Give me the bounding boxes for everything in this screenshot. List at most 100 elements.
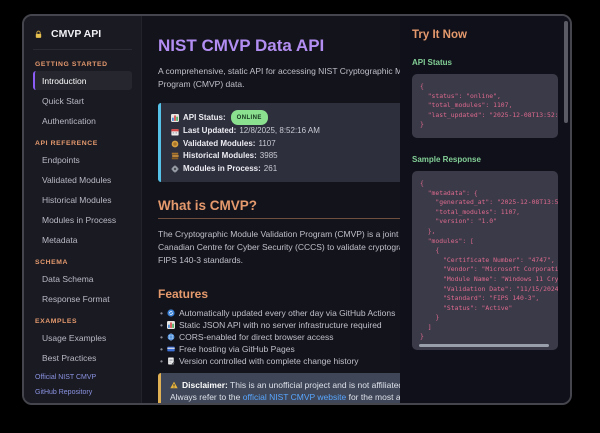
sidebar-item-introduction[interactable]: Introduction <box>33 71 132 90</box>
status-value: 3985 <box>260 150 278 162</box>
status-label: Modules in Process: <box>183 163 261 175</box>
sidebar: CMVP API GETTING STARTED IntroductionQuic… <box>24 16 142 403</box>
sidebar-link-official-nist-cmvp[interactable]: Official NIST CMVP <box>35 374 130 381</box>
sidebar-nav: GETTING STARTED IntroductionQuick StartAu… <box>33 51 132 368</box>
sample-response-code-wrap: { "metadata": { "generated_at": "2025-12… <box>412 171 558 350</box>
memo-icon <box>167 357 175 365</box>
sidebar-item-historical-modules[interactable]: Historical Modules <box>33 190 132 209</box>
feature-text: Static JSON API with no server infrastru… <box>179 320 382 330</box>
feature-text: CORS-enabled for direct browser access <box>179 332 333 342</box>
official-nist-cmvp-website-link[interactable]: official NIST CMVP website <box>243 392 346 402</box>
status-row-last-updated: Last Updated:12/8/2025, 8:52:16 AM <box>171 125 400 137</box>
sample-response-code-block[interactable]: { "metadata": { "generated_at": "2025-12… <box>412 171 558 350</box>
calendar-icon <box>171 128 179 136</box>
sidebar-item-best-practices[interactable]: Best Practices <box>33 348 132 367</box>
sidebar-item-endpoints[interactable]: Endpoints <box>33 150 132 169</box>
disclaimer-box: Disclaimer: This is an unofficial projec… <box>158 373 400 403</box>
bullet: • <box>160 356 163 366</box>
sidebar-item-metadata[interactable]: Metadata <box>33 230 132 249</box>
status-row-historical-modules: Historical Modules:3985 <box>171 150 400 162</box>
feature-item: • CORS-enabled for direct browser access <box>158 331 400 343</box>
status-value: 261 <box>264 163 277 175</box>
api-status-code-block[interactable]: { "status": "online", "total_modules": 1… <box>412 74 558 138</box>
sidebar-item-modules-in-process[interactable]: Modules in Process <box>33 210 132 229</box>
warning-icon <box>170 381 178 389</box>
try-it-now-panel: Try It Now API Status { "status": "onlin… <box>400 16 570 403</box>
feature-text: Free hosting via GitHub Pages <box>179 344 295 354</box>
bullet: • <box>160 320 163 330</box>
bullet: • <box>160 308 163 318</box>
disclaimer-line-2: Always refer to the official NIST CMVP w… <box>170 391 400 403</box>
cmvp-line-2: Canadian Centre for Cyber Security (CCCS… <box>158 241 400 254</box>
feature-item: • Version controlled with complete change… <box>158 355 400 367</box>
app-window: CMVP API GETTING STARTED IntroductionQuic… <box>22 14 572 405</box>
disclaimer-text-2b: for the most accurate and up-to-date <box>346 392 400 402</box>
bar-chart-icon <box>167 321 175 329</box>
medal-icon <box>171 140 179 148</box>
status-row-api-status: API Status: ONLINE <box>171 110 400 125</box>
feature-item: • Free hosting via GitHub Pages <box>158 343 400 355</box>
feature-item: • Static JSON API with no server infrastr… <box>158 319 400 331</box>
cmvp-line-3: FIPS 140-3 standards. <box>158 254 400 267</box>
sidebar-link-github-repository[interactable]: GitHub Repository <box>35 389 130 396</box>
lock-icon <box>34 30 43 39</box>
feature-text: Version controlled with complete change … <box>179 356 359 366</box>
globe-icon <box>167 333 175 341</box>
sidebar-section-header-api-reference: API REFERENCE <box>35 140 130 147</box>
disclaimer-line-1: Disclaimer: This is an unofficial projec… <box>170 379 400 391</box>
api-status-heading: API Status <box>412 58 558 67</box>
intro-line-2: Program (CMVP) data. <box>158 78 400 91</box>
features-heading: Features <box>158 287 400 301</box>
features-list: • Automatically updated every other day v… <box>158 307 400 367</box>
online-status-badge: ONLINE <box>231 110 268 125</box>
sidebar-divider <box>33 49 132 50</box>
bullet: • <box>160 332 163 342</box>
status-value: 1107 <box>258 138 275 150</box>
disclaimer-label: Disclaimer: <box>182 380 228 390</box>
credit-card-icon <box>167 345 175 353</box>
status-label: Last Updated: <box>183 125 236 137</box>
sidebar-item-usage-examples[interactable]: Usage Examples <box>33 328 132 347</box>
refresh-icon <box>167 309 175 317</box>
app-title-text: CMVP API <box>51 28 101 40</box>
bullet: • <box>160 344 163 354</box>
main-content: NIST CMVP Data API A comprehensive, stat… <box>142 16 400 403</box>
cmvp-paragraph: The Cryptographic Module Validation Prog… <box>158 228 400 267</box>
status-rows: API Status: ONLINELast Updated:12/8/2025,… <box>171 110 400 175</box>
sample-response-heading: Sample Response <box>412 155 558 164</box>
status-label: Validated Modules: <box>183 138 255 150</box>
bar-chart-icon <box>171 114 179 122</box>
status-label: Historical Modules: <box>183 150 257 162</box>
sidebar-item-response-format[interactable]: Response Format <box>33 289 132 308</box>
feature-text: Automatically updated every other day vi… <box>179 308 395 318</box>
sidebar-footer: Official NIST CMVP GitHub Repository <box>33 368 132 405</box>
page-background: CMVP API GETTING STARTED IntroductionQuic… <box>0 0 600 433</box>
disclaimer-text-1: This is an unofficial project and is not… <box>228 380 400 390</box>
cmvp-line-1: The Cryptographic Module Validation Prog… <box>158 228 400 241</box>
sidebar-item-validated-modules[interactable]: Validated Modules <box>33 170 132 189</box>
status-row-validated-modules: Validated Modules:1107 <box>171 138 400 150</box>
vertical-scrollbar-thumb[interactable] <box>564 21 568 123</box>
app-title: CMVP API <box>33 26 132 40</box>
books-icon <box>171 152 179 160</box>
status-row-modules-in-process: Modules in Process:261 <box>171 163 400 175</box>
sidebar-section-header-examples: EXAMPLES <box>35 318 130 325</box>
sidebar-item-data-schema[interactable]: Data Schema <box>33 269 132 288</box>
horizontal-scrollbar-thumb[interactable] <box>419 344 549 348</box>
page-title: NIST CMVP Data API <box>158 36 400 56</box>
sidebar-item-authentication[interactable]: Authentication <box>33 111 132 130</box>
status-value: 12/8/2025, 8:52:16 AM <box>239 125 320 137</box>
gear-icon <box>171 165 179 173</box>
sidebar-section-header-getting-started: GETTING STARTED <box>35 61 130 68</box>
feature-item: • Automatically updated every other day v… <box>158 307 400 319</box>
intro-paragraph: A comprehensive, static API for accessin… <box>158 65 400 91</box>
what-is-cmvp-heading: What is CMVP? <box>158 198 400 219</box>
intro-line-1: A comprehensive, static API for accessin… <box>158 65 400 78</box>
status-label: API Status: <box>183 112 226 124</box>
sidebar-section-header-schema: SCHEMA <box>35 259 130 266</box>
disclaimer-text-2a: Always refer to the <box>170 392 243 402</box>
vertical-scrollbar-track[interactable] <box>563 18 569 401</box>
status-box: API Status: ONLINELast Updated:12/8/2025,… <box>158 103 400 182</box>
try-it-now-heading: Try It Now <box>412 29 558 41</box>
sidebar-item-quick-start[interactable]: Quick Start <box>33 91 132 110</box>
